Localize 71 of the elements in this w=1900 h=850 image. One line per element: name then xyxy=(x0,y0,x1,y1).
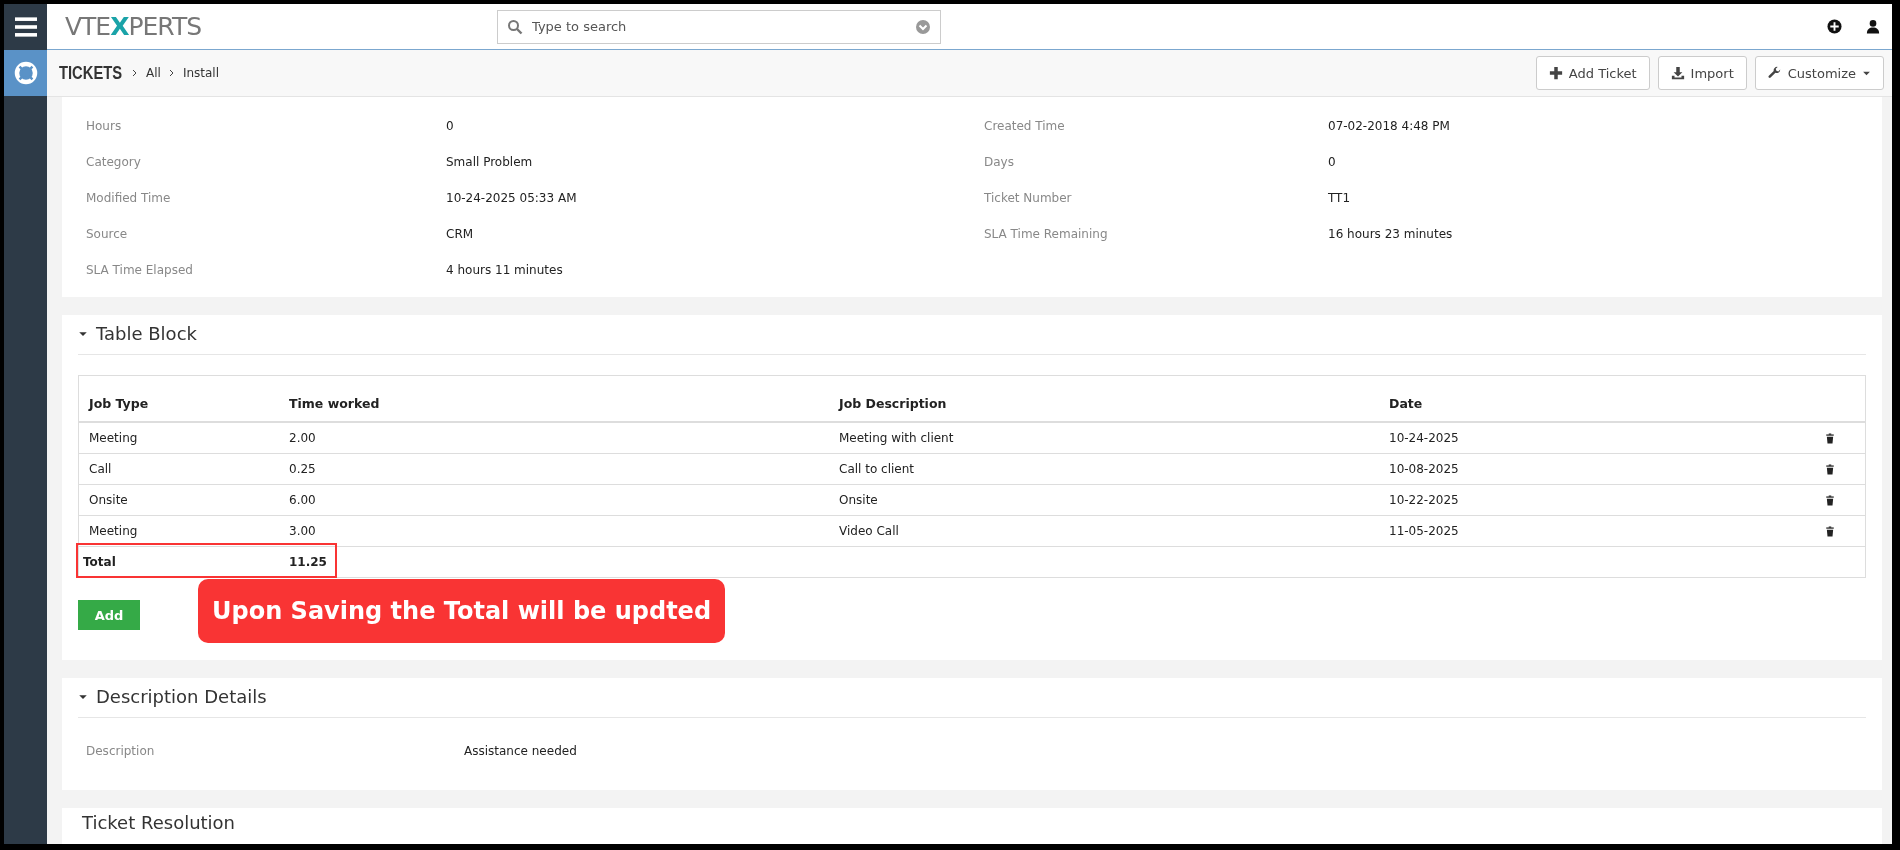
breadcrumb-link[interactable]: All xyxy=(146,66,161,80)
table-cell: Onsite xyxy=(79,484,279,516)
module-title[interactable]: TICKETS xyxy=(59,62,123,84)
add-button[interactable] xyxy=(1827,19,1842,34)
field-label: Ticket Number xyxy=(984,191,1073,205)
wrench-icon xyxy=(1767,66,1782,80)
table-cell: Call xyxy=(79,453,279,485)
field-value: 4 hours 11 minutes xyxy=(446,263,564,277)
chevron-icon xyxy=(131,67,139,79)
lifebuoy-icon xyxy=(13,61,38,85)
field-label: SLA Time Remaining xyxy=(984,227,1109,241)
field-value: 0 xyxy=(446,119,455,133)
field-value: 10-24-2025 05:33 AM xyxy=(446,191,578,205)
field-label: Hours xyxy=(86,119,123,133)
table-cell: 2.00 xyxy=(279,422,829,454)
section-title: Description Details xyxy=(96,686,267,707)
field-label: SLA Time Elapsed xyxy=(86,263,194,277)
user-button[interactable] xyxy=(1866,19,1880,34)
field-value: 0 xyxy=(1328,155,1337,169)
field-label: Category xyxy=(86,155,142,169)
trash-icon xyxy=(1825,494,1835,506)
table-cell: Meeting xyxy=(79,422,279,454)
search-icon xyxy=(507,18,523,35)
total-value: 11.25 xyxy=(289,555,327,569)
column-header: Job Type xyxy=(79,376,279,422)
field-label: Days xyxy=(984,155,1015,169)
field-value: Small Problem xyxy=(446,155,534,169)
total-label: Total xyxy=(83,555,116,569)
dropdown-icon xyxy=(915,18,931,35)
search-field[interactable]: Type to search xyxy=(497,9,941,44)
column-header: Job Description xyxy=(829,376,1379,422)
field-value: 07-02-2018 4:48 PM xyxy=(1328,119,1451,133)
table-cell: Call to client xyxy=(829,453,1379,485)
user-icon xyxy=(1866,19,1880,34)
column-header: Date xyxy=(1379,376,1815,422)
table-cell: Onsite xyxy=(829,484,1379,516)
field-label: Created Time xyxy=(984,119,1066,133)
table-cell: Meeting xyxy=(79,515,279,547)
table-cell: 6.00 xyxy=(279,484,829,516)
field-value: CRM xyxy=(446,227,475,241)
trash-icon xyxy=(1825,525,1835,537)
field-value: TT1 xyxy=(1328,191,1352,205)
plus-icon xyxy=(1548,66,1563,80)
field-value: 16 hours 23 minutes xyxy=(1328,227,1454,241)
table-cell: 10-22-2025 xyxy=(1379,484,1815,516)
field-label: Modified Time xyxy=(86,191,172,205)
annotation-callout: Upon Saving the Total will be updted xyxy=(198,579,726,643)
table-cell: 3.00 xyxy=(279,515,829,547)
menu-icon xyxy=(13,16,38,38)
chevron-icon xyxy=(167,67,176,79)
section-title: Table Block xyxy=(96,323,197,344)
field-label: Description xyxy=(86,744,156,758)
add-button[interactable]: Add Ticket xyxy=(1535,56,1650,90)
trash-icon xyxy=(1825,463,1835,475)
table-cell: 10-08-2025 xyxy=(1379,453,1815,485)
section-title: Ticket Resolution xyxy=(82,812,236,833)
table-cell: 0.25 xyxy=(279,453,829,485)
logo: VTEXPERTS xyxy=(65,12,203,41)
customize-button[interactable]: Customize xyxy=(1754,56,1884,90)
trash-icon xyxy=(1825,432,1835,444)
download-icon xyxy=(1670,66,1685,80)
table-cell: 11-05-2025 xyxy=(1379,515,1815,547)
table-cell: Meeting with client xyxy=(829,422,1379,454)
plus-circle-icon xyxy=(1827,19,1842,34)
field-label: Source xyxy=(86,227,129,241)
breadcrumb-link[interactable]: Install xyxy=(182,66,220,80)
field-value: Assistance needed xyxy=(464,744,578,758)
import-button[interactable]: Import xyxy=(1657,56,1747,90)
column-header: Time worked xyxy=(279,376,829,422)
table-cell: 10-24-2025 xyxy=(1379,422,1815,454)
table-cell: Video Call xyxy=(829,515,1379,547)
